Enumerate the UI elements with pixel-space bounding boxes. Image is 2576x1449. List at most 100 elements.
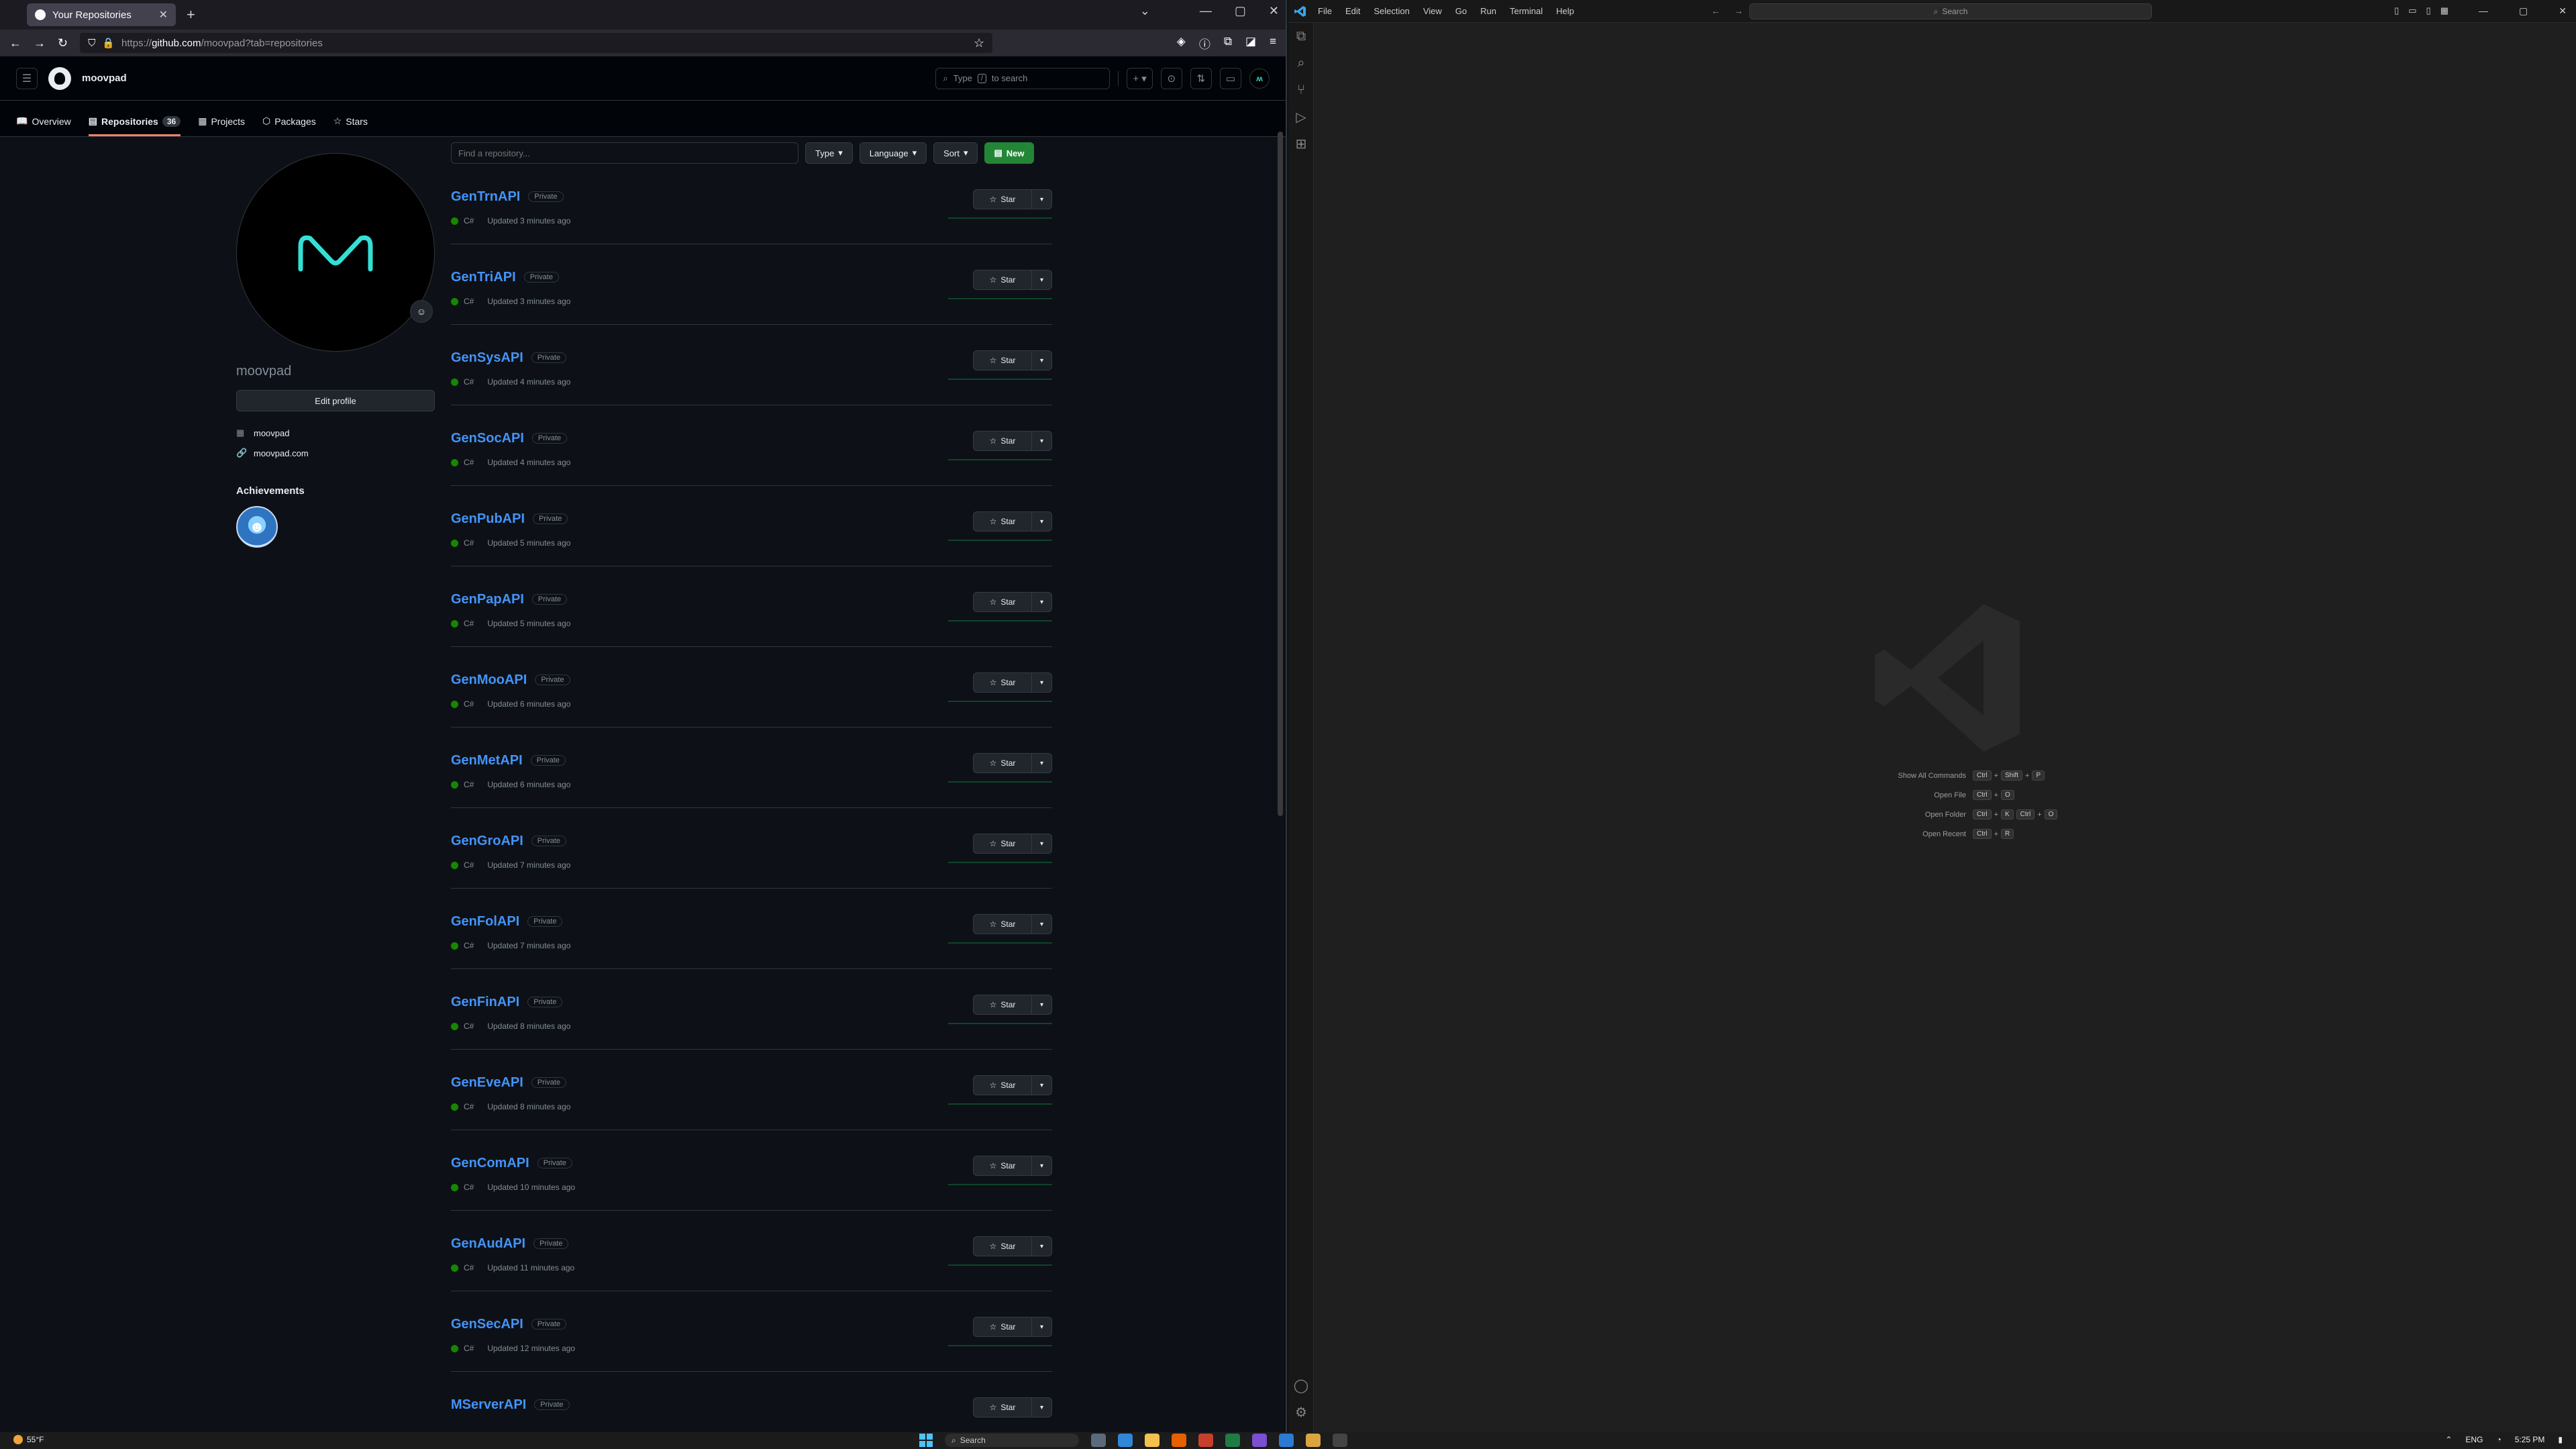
star-list-dropdown[interactable]: ▾	[1032, 1236, 1052, 1256]
menu-item-file[interactable]: File	[1318, 6, 1332, 16]
pocket-icon[interactable]: ◈	[1177, 35, 1186, 52]
url-bar[interactable]: ⛉ 🔒 https://github.com/moovpad?tab=repos…	[80, 33, 993, 53]
tab-overview[interactable]: 📖 Overview	[16, 115, 71, 136]
input-language[interactable]: ENG	[2465, 1435, 2483, 1444]
profile-website[interactable]: 🔗 moovpad.com	[236, 448, 435, 458]
language-filter-button[interactable]: Language ▾	[859, 142, 927, 164]
star-list-dropdown[interactable]: ▾	[1032, 914, 1052, 934]
repo-name[interactable]: GenSecAPI	[451, 1317, 523, 1332]
firefox-icon[interactable]	[1172, 1434, 1186, 1447]
menu-item-view[interactable]: View	[1423, 6, 1442, 16]
edge-icon[interactable]	[1118, 1434, 1133, 1447]
new-tab-icon[interactable]: +	[187, 6, 195, 23]
star-list-dropdown[interactable]: ▾	[1032, 834, 1052, 854]
shortcut-row[interactable]: Open Folder Ctrl + K Ctrl + O	[1892, 809, 2058, 819]
star-button[interactable]: ☆ Star	[973, 270, 1032, 290]
star-button[interactable]: ☆ Star	[973, 753, 1032, 773]
star-button[interactable]: ☆ Star	[973, 431, 1032, 451]
start-button-icon[interactable]	[919, 1434, 933, 1447]
star-button[interactable]: ☆ Star	[973, 672, 1032, 693]
terminal-icon[interactable]	[1333, 1434, 1347, 1447]
shortcut-row[interactable]: Open Recent Ctrl + R	[1892, 829, 2057, 839]
repo-name[interactable]: GenMooAPI	[451, 672, 527, 687]
lock-icon[interactable]: 🔒	[102, 37, 115, 49]
issues-icon[interactable]: ⊙	[1160, 67, 1182, 89]
maximize-icon[interactable]: ▢	[2519, 5, 2528, 17]
maximize-icon[interactable]: ▢	[1235, 4, 1246, 18]
repo-name[interactable]: GenMetAPI	[451, 753, 523, 768]
visual-studio-icon[interactable]	[1252, 1434, 1267, 1447]
vscode-taskbar-icon[interactable]	[1279, 1434, 1294, 1447]
extension-info-icon[interactable]: ⓘ	[1199, 35, 1210, 52]
shortcut-row[interactable]: Open File Ctrl + O	[1892, 790, 2057, 800]
type-filter-button[interactable]: Type ▾	[805, 142, 853, 164]
star-list-dropdown[interactable]: ▾	[1032, 189, 1052, 209]
tray-chevron-icon[interactable]: ⌃	[2445, 1435, 2452, 1444]
new-repository-button[interactable]: ▤ New	[984, 142, 1034, 164]
excel-icon[interactable]	[1225, 1434, 1240, 1447]
search-icon[interactable]: ⌕	[1288, 50, 1314, 77]
star-button[interactable]: ☆ Star	[973, 1317, 1032, 1337]
hamburger-menu-icon[interactable]: ☰	[16, 67, 38, 89]
menu-item-help[interactable]: Help	[1556, 6, 1574, 16]
command-center-search[interactable]: ⌕ Search	[1749, 3, 2152, 19]
app-icon[interactable]	[1306, 1434, 1321, 1447]
edit-profile-button[interactable]: Edit profile	[236, 390, 435, 411]
star-list-dropdown[interactable]: ▾	[1032, 350, 1052, 370]
repo-name[interactable]: GenComAPI	[451, 1156, 529, 1170]
star-list-dropdown[interactable]: ▾	[1032, 1397, 1052, 1417]
star-list-dropdown[interactable]: ▾	[1032, 1317, 1052, 1337]
star-list-dropdown[interactable]: ▾	[1032, 1075, 1052, 1095]
star-button[interactable]: ☆ Star	[973, 189, 1032, 209]
list-tabs-icon[interactable]: ⌄	[1140, 4, 1150, 18]
star-button[interactable]: ☆ Star	[973, 1156, 1032, 1176]
repo-name[interactable]: GenFinAPI	[451, 995, 519, 1009]
menu-item-terminal[interactable]: Terminal	[1510, 6, 1543, 16]
customize-layout-icon[interactable]: ▦	[2440, 5, 2449, 16]
star-button[interactable]: ☆ Star	[973, 834, 1032, 854]
star-button[interactable]: ☆ Star	[973, 511, 1032, 532]
task-view-icon[interactable]	[1091, 1434, 1106, 1447]
tab-your-repositories[interactable]: Your Repositories ✕	[27, 3, 176, 26]
star-list-dropdown[interactable]: ▾	[1032, 753, 1052, 773]
container-icon[interactable]: ◪	[1245, 35, 1256, 52]
explorer-icon[interactable]: ⧉	[1288, 23, 1314, 50]
toggle-panel-icon[interactable]: ▭	[2408, 5, 2416, 16]
repo-name[interactable]: GenPapAPI	[451, 592, 524, 607]
star-button[interactable]: ☆ Star	[973, 350, 1032, 370]
run-debug-icon[interactable]: ▷	[1288, 103, 1314, 130]
star-list-dropdown[interactable]: ▾	[1032, 672, 1052, 693]
user-avatar[interactable]: ʍ	[1249, 68, 1270, 89]
shield-icon[interactable]: ⛉	[88, 38, 95, 49]
find-repository-input[interactable]	[451, 142, 798, 164]
taskbar-search[interactable]: ⌕ Search	[945, 1434, 1079, 1447]
star-list-dropdown[interactable]: ▾	[1032, 511, 1052, 532]
star-list-dropdown[interactable]: ▾	[1032, 592, 1052, 612]
menu-item-go[interactable]: Go	[1455, 6, 1467, 16]
menu-icon[interactable]: ≡	[1270, 35, 1276, 52]
accounts-icon[interactable]: ◯	[1288, 1372, 1314, 1399]
repo-name[interactable]: GenAudAPI	[451, 1236, 525, 1251]
star-list-dropdown[interactable]: ▾	[1032, 270, 1052, 290]
tab-stars[interactable]: ☆ Stars	[333, 115, 368, 136]
star-list-dropdown[interactable]: ▾	[1032, 431, 1052, 451]
minimize-icon[interactable]: —	[1200, 4, 1212, 18]
close-tab-icon[interactable]: ✕	[159, 8, 168, 21]
repo-name[interactable]: GenTrnAPI	[451, 189, 520, 204]
close-window-icon[interactable]: ✕	[1269, 4, 1279, 18]
menu-item-run[interactable]: Run	[1480, 6, 1496, 16]
star-button[interactable]: ☆ Star	[973, 914, 1032, 934]
manage-gear-icon[interactable]: ⚙	[1288, 1399, 1314, 1426]
repo-name[interactable]: GenPubAPI	[451, 511, 525, 526]
tab-repositories[interactable]: ▤ Repositories 36	[88, 115, 181, 136]
sort-button[interactable]: Sort ▾	[933, 142, 978, 164]
profile-avatar[interactable]: ☺	[236, 153, 435, 352]
star-button[interactable]: ☆ Star	[973, 592, 1032, 612]
forward-icon[interactable]: →	[34, 36, 46, 50]
star-button[interactable]: ☆ Star	[973, 995, 1032, 1015]
reload-icon[interactable]: ↻	[58, 36, 68, 50]
notification-icon[interactable]: ▮	[2558, 1435, 2563, 1444]
repo-name[interactable]: GenGroAPI	[451, 834, 523, 848]
go-back-icon[interactable]: ←	[1711, 5, 1720, 16]
toggle-secondary-sidebar-icon[interactable]: ▯	[2426, 5, 2431, 16]
